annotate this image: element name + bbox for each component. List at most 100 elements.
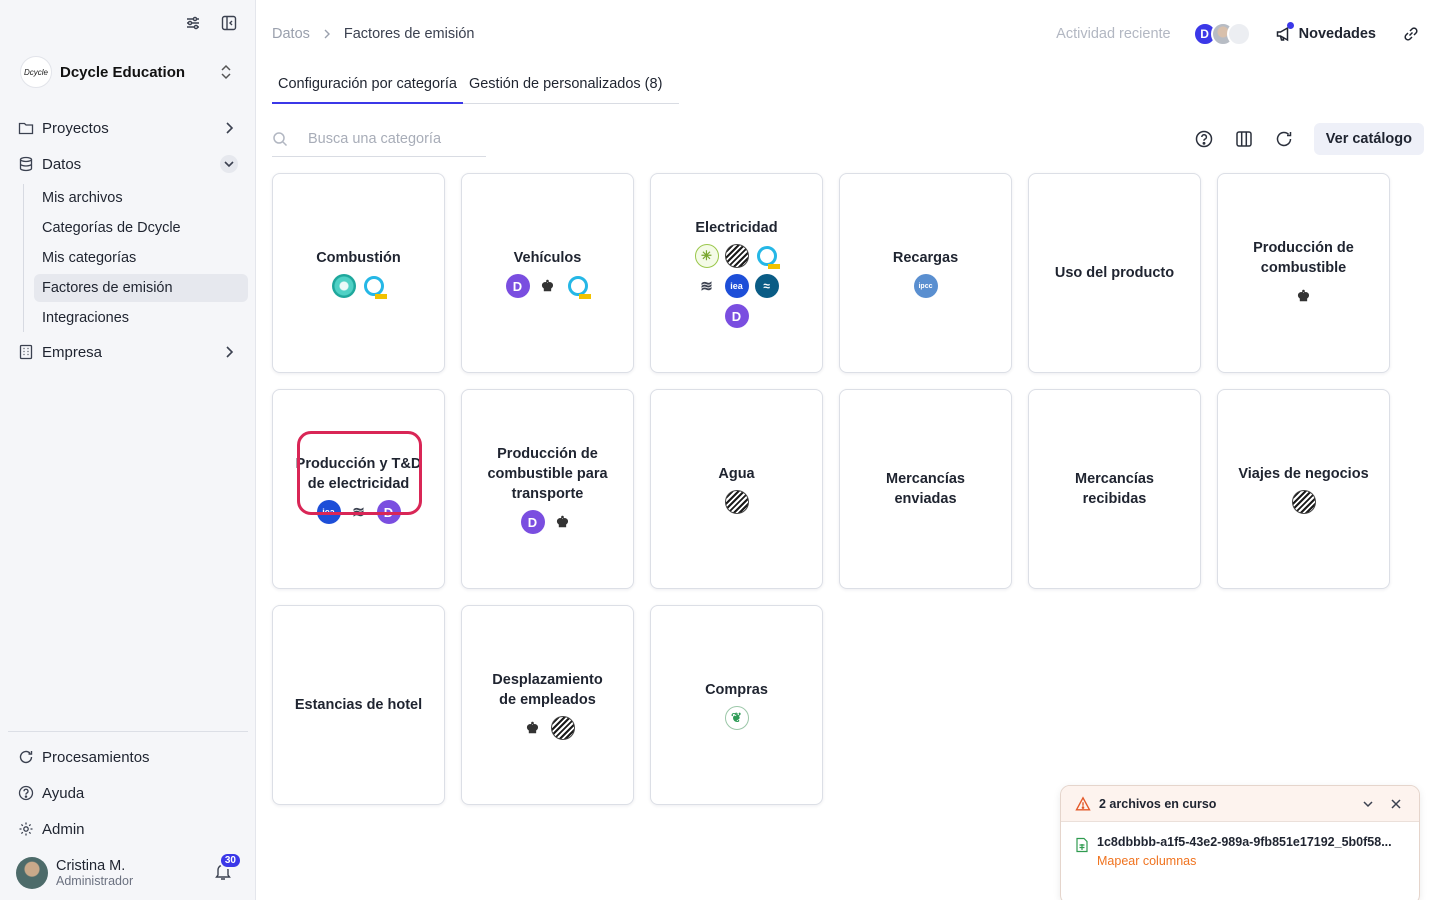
- teal-source-icon: [331, 274, 356, 298]
- user-menu[interactable]: Cristina M. Administrador 30: [16, 852, 244, 891]
- unread-dot: [1286, 22, 1294, 29]
- category-card[interactable]: Estancias de hotel: [272, 605, 445, 805]
- iea-source-icon: iea: [724, 274, 749, 298]
- toast-header[interactable]: 2 archivos en curso: [1061, 786, 1419, 822]
- sidebar-item-mis-categorias[interactable]: Mis categorías: [34, 244, 248, 272]
- category-card[interactable]: Desplazamiento de empleados ♚: [461, 605, 634, 805]
- category-card[interactable]: Agua: [650, 389, 823, 589]
- category-card[interactable]: Producción y T&D de electricidad iea ≋ D: [272, 389, 445, 589]
- notification-badge: 30: [218, 852, 242, 869]
- chevron-right-icon: [226, 122, 234, 134]
- category-card[interactable]: Viajes de negocios: [1217, 389, 1390, 589]
- tab-gestion-personalizados[interactable]: Gestión de personalizados (8): [463, 72, 668, 103]
- sidebar-item-mis-archivos[interactable]: Mis archivos: [34, 184, 248, 212]
- sidebar: Dcycle Dcycle Education Proyectos Datos …: [0, 0, 256, 900]
- user-role: Administrador: [56, 874, 134, 888]
- category-card[interactable]: Producción de combustible para transport…: [461, 389, 634, 589]
- source-icons: [687, 490, 787, 514]
- highlight-outline: [297, 431, 422, 515]
- chevron-right-icon: [226, 346, 234, 358]
- header-actions: Actividad reciente D Novedades: [1056, 22, 1420, 46]
- category-card[interactable]: Producción de combustible ♚: [1217, 173, 1390, 373]
- wave-source-icon: ≈: [754, 274, 779, 298]
- breadcrumb-datos[interactable]: Datos: [272, 26, 310, 42]
- sidebar-item-integraciones[interactable]: Integraciones: [34, 304, 248, 332]
- category-title: Uso del producto: [1054, 265, 1175, 281]
- source-icons: ♚: [1254, 284, 1354, 308]
- category-card[interactable]: Mercancías enviadas: [839, 389, 1012, 589]
- dcycle-source-icon: D: [505, 274, 530, 298]
- news-label: Novedades: [1298, 26, 1376, 42]
- db-source-icon: ≋: [694, 274, 719, 298]
- source-icons: D ♚: [498, 274, 598, 299]
- sidebar-item-ayuda[interactable]: Ayuda: [8, 775, 248, 811]
- file-row: 1c8dbbbb-a1f5-43e2-989a-9fb851e17192_5b0…: [1061, 822, 1419, 881]
- category-card[interactable]: Vehículos D ♚: [461, 173, 634, 373]
- green-source-icon: ✳: [694, 244, 719, 268]
- category-title: Producción de combustible para transport…: [487, 446, 608, 502]
- columns-icon[interactable]: [1234, 129, 1254, 149]
- uploads-toast: 2 archivos en curso 1c8dbbbb-a1f5-43e2-9…: [1060, 785, 1420, 900]
- source-icons: ♚: [498, 716, 598, 740]
- tabs: Configuración por categoría Gestión de p…: [272, 72, 679, 104]
- category-card[interactable]: Compras ❦: [650, 605, 823, 805]
- sidebar-item-label: Admin: [42, 820, 85, 838]
- category-card[interactable]: Uso del producto: [1028, 173, 1201, 373]
- database-icon: [19, 156, 33, 172]
- sidebar-item-categorias-dcycle[interactable]: Categorías de Dcycle: [34, 214, 248, 242]
- refresh-icon[interactable]: [1274, 129, 1294, 149]
- category-card[interactable]: Combustión: [272, 173, 445, 373]
- sidebar-top-controls: [184, 14, 238, 32]
- category-card[interactable]: Mercancías recibidas: [1028, 389, 1201, 589]
- sidebar-item-factores-emision[interactable]: Factores de emisión: [34, 274, 248, 302]
- ipcc-source-icon: ipcc: [913, 274, 938, 298]
- category-card[interactable]: Recargas ipcc: [839, 173, 1012, 373]
- view-catalog-button[interactable]: Ver catálogo: [1313, 123, 1424, 155]
- sidebar-item-admin[interactable]: Admin: [8, 811, 248, 847]
- collapse-sidebar-icon[interactable]: [220, 14, 238, 32]
- crest-source-icon: ♚: [535, 274, 560, 298]
- avatar: [16, 857, 48, 889]
- sidebar-item-label: Datos: [42, 155, 82, 173]
- category-title: Estancias de hotel: [294, 697, 423, 713]
- news-button[interactable]: Novedades: [1275, 22, 1376, 43]
- org-switcher[interactable]: Dcycle Dcycle Education: [20, 56, 240, 88]
- link-icon[interactable]: [1402, 25, 1420, 43]
- user-name: Cristina M.: [56, 858, 126, 874]
- folder-icon: [18, 122, 34, 135]
- sidebar-item-procesamientos[interactable]: Procesamientos: [8, 739, 248, 775]
- chevron-up-down-icon: [221, 64, 231, 80]
- sidebar-nav: Proyectos Datos Mis archivos Categorías …: [8, 110, 248, 370]
- crest-source-icon: ♚: [1291, 284, 1316, 308]
- help-icon[interactable]: [1194, 129, 1214, 149]
- building-icon: [19, 344, 33, 360]
- chevron-down-icon: [220, 155, 238, 173]
- help-icon: [18, 785, 34, 801]
- refresh-icon: [19, 750, 33, 764]
- collaborators-avatars[interactable]: D: [1192, 22, 1251, 46]
- source-icons: ❦: [687, 706, 787, 730]
- sidebar-item-label: Empresa: [42, 343, 103, 361]
- search-input[interactable]: [308, 131, 478, 147]
- tab-configuracion-categoria[interactable]: Configuración por categoría: [272, 72, 463, 104]
- close-icon[interactable]: [1389, 797, 1403, 811]
- spiral-source-icon: [724, 244, 749, 268]
- sliders-icon[interactable]: [184, 14, 202, 32]
- file-info: 1c8dbbbb-a1f5-43e2-989a-9fb851e17192_5b0…: [1097, 835, 1403, 868]
- recent-activity-link[interactable]: Actividad reciente: [1056, 26, 1170, 42]
- gear-icon: [19, 822, 33, 836]
- sidebar-item-label: Proyectos: [42, 119, 109, 137]
- crest-source-icon: ♚: [550, 510, 575, 534]
- avatar: [1226, 22, 1251, 46]
- sidebar-item-empresa[interactable]: Empresa: [8, 334, 248, 370]
- org-logo: Dcycle: [20, 56, 52, 88]
- map-columns-link[interactable]: Mapear columnas: [1097, 854, 1403, 868]
- chevron-down-icon[interactable]: [1361, 797, 1375, 811]
- spreadsheet-file-icon: [1076, 837, 1088, 853]
- category-title: Mercancías recibidas: [1075, 471, 1154, 507]
- sidebar-item-proyectos[interactable]: Proyectos: [8, 110, 248, 146]
- category-card[interactable]: Electricidad ✳ ≋ iea ≈ D: [650, 173, 823, 373]
- category-title: Electricidad: [695, 220, 778, 236]
- search-icon: [273, 132, 288, 147]
- sidebar-item-datos[interactable]: Datos: [8, 146, 248, 182]
